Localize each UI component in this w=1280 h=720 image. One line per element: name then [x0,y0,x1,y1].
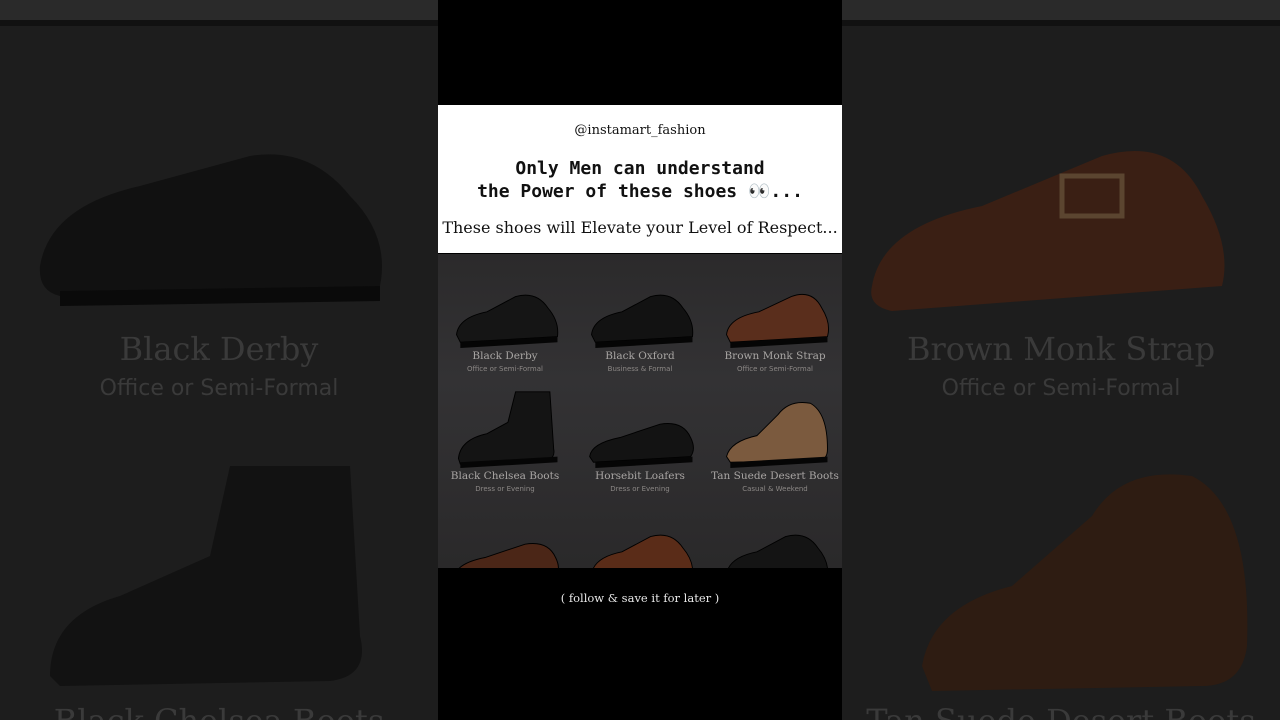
video-frame[interactable]: @instamart_fashion Only Men can understa… [438,0,842,720]
shoe-image [728,534,828,568]
shoe-image [456,294,559,348]
shoe-name: Tan Suede Desert Boots [711,470,839,482]
background-left-title: Black Derby [119,330,319,368]
shoe-occasion: Dress or Evening [610,485,670,493]
background-shoe-desert [922,474,1248,691]
shoe-grid: Black Derby Office or Semi-Formal Black Ox… [438,254,842,568]
shoe-card: Black Derby Office or Semi-Formal [438,254,572,374]
shoe-name: Black Oxford [605,350,675,362]
shoe-image [591,294,694,348]
shoe-name: Black Chelsea Boots [450,470,560,482]
shoe-occasion: Office or Semi-Formal [467,365,543,373]
shoe-occasion: Business & Formal [607,365,673,373]
background-shoe-monk [871,151,1225,311]
headline-line-2: the Power of these shoes 👀... [477,181,803,202]
shoe-image [726,402,828,468]
shoe-image [457,391,558,468]
background-shoe-derby [39,154,382,306]
shoe-card: Black Oxford Business & Formal [573,254,707,374]
shoe-occasion: Office or Semi-Formal [737,365,813,373]
shoe-occasion: Dress or Evening [475,485,535,493]
shoe-occasion: Casual & Weekend [742,485,808,493]
shoe-card: Black Chelsea Boots Dress or Evening [438,374,572,494]
shoe-card: Brown Monk Strap Office or Semi-Formal [708,254,842,374]
background-left-subtitle: Office or Semi-Formal [99,376,339,401]
header-card: @instamart_fashion Only Men can understa… [438,105,842,253]
shoe-card: Tan Suede Desert Boots Casual & Weekend [708,374,842,494]
background-shoe-chelsea [50,466,362,686]
shoe-card: Horsebit Loafers Dress or Evening [573,374,707,494]
background-right-title: Brown Monk Strap [906,330,1216,368]
background-left: Black Derby Office or Semi-Formal Black … [0,26,438,720]
shoe-card [438,494,572,568]
shoe-name: Horsebit Loafers [595,470,685,482]
shoe-name: Brown Monk Strap [724,350,826,362]
background-left-bottom-title: Black Chelsea Boots [0,702,438,720]
shoe-card [573,494,707,568]
shoe-image [589,423,694,468]
follow-caption: ( follow & save it for later ) [560,591,720,605]
headline-line-1: Only Men can understand [515,158,765,179]
shoe-name: Black Derby [472,350,538,362]
background-right-subtitle: Office or Semi-Formal [941,376,1181,401]
shoe-image [726,293,830,348]
shoe-image [458,543,559,568]
shoe-card [708,494,842,568]
background-right-bottom-title: Tan Suede Desert Boots [842,702,1280,720]
shoe-image [593,534,693,568]
headline: Only Men can understand the Power of the… [438,157,842,203]
tagline: These shoes will Elevate your Level of R… [442,218,838,237]
background-right: Brown Monk Strap Office or Semi-Formal T… [842,26,1280,720]
account-handle: @instamart_fashion [574,123,706,138]
